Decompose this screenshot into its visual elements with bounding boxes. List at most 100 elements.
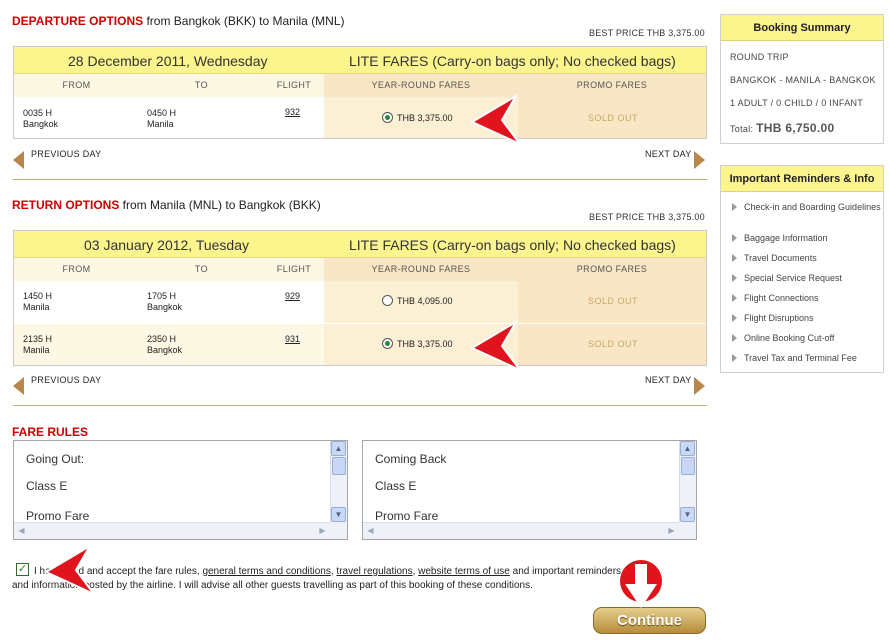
reminder-label: Online Booking Cut-off <box>744 333 835 343</box>
scroll-corner <box>679 522 696 539</box>
reminders-title: Important Reminders & Info <box>721 166 883 192</box>
scroll-up-icon[interactable]: ▲ <box>680 441 695 456</box>
scroll-thumb[interactable] <box>681 457 695 475</box>
red-arrow-icon <box>469 93 521 145</box>
rules-line: Class E <box>26 479 68 493</box>
scroll-down-icon[interactable]: ▼ <box>680 507 695 522</box>
scroll-left-icon[interactable]: ◀ <box>363 523 378 538</box>
departure-time: 0035 H <box>23 108 53 118</box>
agreement-text-part: and important reminders <box>509 566 622 577</box>
reminder-label: Check-in and Boarding Guidelines <box>744 202 881 212</box>
departure-time: 2135 H <box>23 334 53 344</box>
travel-regulations-link[interactable]: travel regulations <box>336 566 412 577</box>
departure-col-flight: FLIGHT <box>264 74 324 97</box>
bullet-arrow-icon <box>732 203 737 211</box>
horizontal-scrollbar[interactable]: ◀ ▶ <box>14 522 330 539</box>
return-col-promo: PROMO FARES <box>518 258 706 281</box>
departure-title-label: DEPARTURE OPTIONS <box>12 14 144 28</box>
flight-number-link[interactable]: 931 <box>285 334 300 344</box>
down-arrow-circle-icon <box>620 560 662 608</box>
reminder-label: Flight Connections <box>744 293 819 303</box>
reminder-link-checkin[interactable]: Check-in and Boarding Guidelines <box>732 202 882 224</box>
flight-number-link[interactable]: 929 <box>285 291 300 301</box>
red-arrow-icon <box>469 319 521 371</box>
return-fare-type: LITE FARES (Carry-on bags only; No check… <box>349 237 676 253</box>
departure-prev-day-arrow-icon[interactable] <box>13 151 24 169</box>
arrival-city: Bangkok <box>147 345 183 355</box>
rules-line: Promo Fare <box>26 509 90 523</box>
fare-radio-selected[interactable] <box>382 338 393 349</box>
return-best-price: BEST PRICE THB 3,375.00 <box>589 212 705 222</box>
passenger-count: 1 ADULT / 0 CHILD / 0 INFANT <box>730 98 864 108</box>
departure-section-title: DEPARTURE OPTIONS from Bangkok (BKK) to … <box>12 14 345 28</box>
return-fare-table: 03 January 2012, Tuesday LITE FARES (Car… <box>13 230 707 366</box>
return-section-title: RETURN OPTIONS from Manila (MNL) to Bang… <box>12 198 321 212</box>
departure-city: Bangkok <box>23 119 59 129</box>
scroll-thumb[interactable] <box>332 457 346 475</box>
scroll-left-icon[interactable]: ◀ <box>14 523 29 538</box>
booking-summary-panel: Booking Summary ROUND TRIP BANGKOK - MAN… <box>720 14 884 144</box>
fare-price: THB 3,375.00 <box>397 113 453 123</box>
reminder-label: Travel Documents <box>744 253 817 263</box>
going-out-rules-box[interactable]: Going Out: Class E Promo Fare ▲ ▼ ◀ ▶ <box>13 440 348 540</box>
promo-sold-out: SOLD OUT <box>588 113 639 123</box>
return-prev-day-arrow-icon[interactable] <box>13 377 24 395</box>
vertical-scrollbar[interactable]: ▲ ▼ <box>330 441 347 522</box>
bullet-arrow-icon <box>732 294 737 302</box>
bullet-arrow-icon <box>732 234 737 242</box>
fare-radio[interactable] <box>382 295 393 306</box>
departure-city: Manila <box>23 302 50 312</box>
trip-type: ROUND TRIP <box>730 52 789 62</box>
website-terms-link[interactable]: website terms of use <box>418 566 510 577</box>
departure-fare-table: 28 December 2011, Wednesday LITE FARES (… <box>13 46 707 139</box>
departure-date-bar: 28 December 2011, Wednesday LITE FARES (… <box>14 47 706 74</box>
arrival-time: 0450 H <box>147 108 177 118</box>
arrival-time: 2350 H <box>147 334 177 344</box>
departure-time: 1450 H <box>23 291 53 301</box>
return-next-day-arrow-icon[interactable] <box>694 377 705 395</box>
fare-radio-selected[interactable] <box>382 112 393 123</box>
reminder-label: Flight Disruptions <box>744 313 814 323</box>
booking-summary-title: Booking Summary <box>721 15 883 41</box>
bullet-arrow-icon <box>732 274 737 282</box>
general-terms-link[interactable]: general terms and conditions <box>202 566 330 577</box>
departure-next-day-link[interactable]: NEXT DAY <box>645 149 692 159</box>
return-col-flight: FLIGHT <box>264 258 324 281</box>
scroll-corner <box>330 522 347 539</box>
departure-fare-type: LITE FARES (Carry-on bags only; No check… <box>349 53 676 69</box>
fare-rules-title: FARE RULES <box>12 425 88 439</box>
return-col-to: TO <box>139 258 264 281</box>
agreement-text-line2: and information posted by the airline. I… <box>12 580 533 591</box>
fare-price: THB 4,095.00 <box>397 296 453 306</box>
reminders-panel: Important Reminders & Info Check-in and … <box>720 165 884 373</box>
fare-rules-title-label: FARE RULES <box>12 425 89 439</box>
arrival-city: Manila <box>147 119 174 129</box>
total-row: Total: THB 6,750.00 <box>730 121 834 135</box>
rules-line: Class E <box>375 479 417 493</box>
vertical-scrollbar[interactable]: ▲ ▼ <box>679 441 696 522</box>
arrival-city: Bangkok <box>147 302 183 312</box>
divider <box>13 179 707 180</box>
departure-next-day-arrow-icon[interactable] <box>694 151 705 169</box>
departure-prev-day-link[interactable]: PREVIOUS DAY <box>31 149 101 159</box>
agreement-text: I have read and accept the fare rules, g… <box>34 565 714 579</box>
bullet-arrow-icon <box>732 354 737 362</box>
total-label: Total: <box>730 124 754 134</box>
rules-line: Coming Back <box>375 452 447 466</box>
horizontal-scrollbar[interactable]: ◀ ▶ <box>363 522 679 539</box>
return-date: 03 January 2012, Tuesday <box>84 237 250 253</box>
scroll-up-icon[interactable]: ▲ <box>331 441 346 456</box>
coming-back-rules-box[interactable]: Coming Back Class E Promo Fare ▲ ▼ ◀ ▶ <box>362 440 697 540</box>
scroll-right-icon[interactable]: ▶ <box>664 523 679 538</box>
return-prev-day-link[interactable]: PREVIOUS DAY <box>31 375 101 385</box>
flight-number-link[interactable]: 932 <box>285 107 300 117</box>
return-next-day-link[interactable]: NEXT DAY <box>645 375 692 385</box>
scroll-right-icon[interactable]: ▶ <box>315 523 330 538</box>
departure-col-from: FROM <box>14 74 139 97</box>
scroll-down-icon[interactable]: ▼ <box>331 507 346 522</box>
return-col-from: FROM <box>14 258 139 281</box>
rules-line: Promo Fare <box>375 509 439 523</box>
accept-terms-checkbox[interactable]: ✓ <box>16 563 29 576</box>
divider <box>13 405 707 406</box>
return-title-label: RETURN OPTIONS <box>12 198 120 212</box>
